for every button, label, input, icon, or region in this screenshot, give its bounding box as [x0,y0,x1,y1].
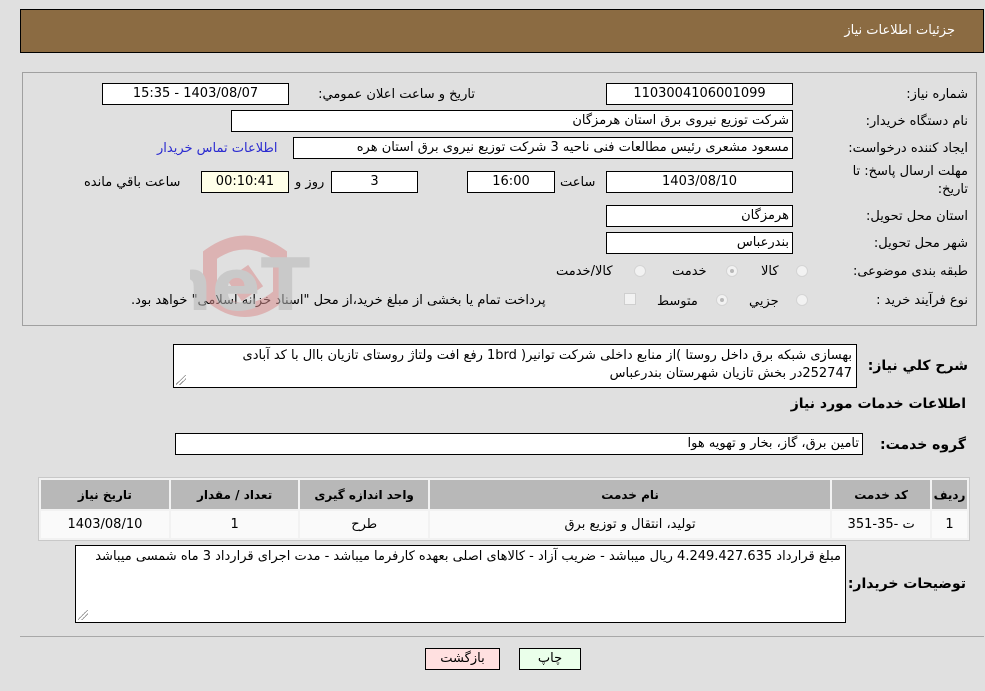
cell-unit: طرح [300,511,428,538]
days-label: روز و [295,175,325,190]
service-group-field[interactable]: تامين برق، گاز، بخار و تهويه هوا [175,433,863,455]
header-unit: واحد اندازه گيری [300,480,428,509]
category-radio-goods[interactable] [796,265,808,277]
category-option-service: خدمت [672,264,707,279]
delivery-province-label: استان محل تحويل: [866,209,968,224]
requester-field[interactable]: مسعود مشعری رئيس مطالعات فنی ناحيه 3 شرک… [293,137,793,159]
buyer-notes-label: توضيحات خريدار: [847,576,966,592]
deadline-label-line2: تاريخ: [937,182,968,197]
service-group-label: گروه خدمت: [880,437,966,453]
cell-row-number: 1 [932,511,967,538]
resize-grip-icon[interactable] [176,375,186,385]
description-text: بهسازی شبکه برق داخل روستا )از منابع داخ… [242,348,852,381]
buyer-notes-textarea[interactable]: مبلغ قرارداد 4.249.427.635 ريال ميباشد -… [75,545,846,623]
cell-quantity: 1 [170,511,299,538]
description-label: شرح کلي نياز: [867,358,968,374]
category-option-goods: کالا [761,264,779,279]
delivery-province-field[interactable]: هرمزگان [606,205,793,227]
deadline-date-field[interactable]: 1403/08/10 [606,171,793,193]
delivery-city-field[interactable]: بندرعباس [606,232,793,254]
time-remaining-label: ساعت باقي مانده [84,175,181,190]
page-title: جزئيات اطلاعات نياز [844,23,955,38]
purchase-type-option-medium: متوسط [657,294,698,309]
category-radio-goods-service[interactable] [634,265,646,277]
cell-service-code: ت -35-351 [832,511,931,538]
treasury-checkbox[interactable] [624,293,636,305]
print-button[interactable]: چاپ [519,648,581,670]
table-header-row: رديف کد خدمت نام خدمت واحد اندازه گيری ت… [41,480,967,509]
header-row-number: رديف [932,480,967,509]
buyer-org-label: نام دستگاه خريدار: [865,114,968,129]
page-header: جزئيات اطلاعات نياز [20,9,984,53]
buyer-contact-link[interactable]: اطلاعات تماس خريدار [157,141,277,156]
buyer-org-field[interactable]: شرکت توزيع نيروی برق استان هرمزگان [231,110,793,132]
buyer-notes-text: مبلغ قرارداد 4.249.427.635 ريال ميباشد -… [95,549,841,564]
purchase-type-option-minor: جزيي [749,294,779,309]
services-table: رديف کد خدمت نام خدمت واحد اندازه گيری ت… [38,477,970,541]
category-radio-service[interactable] [726,265,738,277]
footer-divider [20,636,984,637]
cell-need-date: 1403/08/10 [41,511,169,538]
category-label: طبقه بندی موضوعی: [852,264,968,279]
treasury-checkbox-label: پرداخت تمام يا بخشی از مبلغ خريد،از محل … [131,293,546,308]
purchase-type-label: نوع فرآيند خريد : [876,293,968,308]
services-section-title: اطلاعات خدمات مورد نياز [790,396,966,412]
deadline-time-label: ساعت [560,175,596,190]
announce-datetime-label: تاريخ و ساعت اعلان عمومي: [318,87,475,102]
table-row: 1 ت -35-351 توليد، انتقال و توزيع برق طر… [41,511,967,538]
deadline-time-field[interactable]: 16:00 [467,171,555,193]
announce-datetime-field[interactable]: 1403/08/07 - 15:35 [102,83,289,105]
purchase-type-radio-minor[interactable] [796,294,808,306]
days-remaining-field[interactable]: 3 [331,171,418,193]
delivery-city-label: شهر محل تحويل: [873,236,968,251]
header-service-name: نام خدمت [429,480,831,509]
header-service-code: کد خدمت [832,480,931,509]
description-textarea[interactable]: بهسازی شبکه برق داخل روستا )از منابع داخ… [173,344,857,388]
resize-grip-icon[interactable] [78,610,88,620]
header-need-date: تاريخ نياز [41,480,169,509]
need-number-label: شماره نياز: [906,87,968,102]
category-option-goods-service: کالا/خدمت [556,264,613,279]
back-button[interactable]: بازگشت [425,648,500,670]
need-number-field[interactable]: 1103004106001099 [606,83,793,105]
requester-label: ايجاد کننده درخواست: [848,141,968,156]
header-quantity: تعداد / مقدار [170,480,299,509]
cell-service-name: توليد، انتقال و توزيع برق [429,511,831,538]
time-remaining-field: 00:10:41 [201,171,289,193]
deadline-label-line1: مهلت ارسال پاسخ: تا [852,164,968,179]
purchase-type-radio-medium[interactable] [716,294,728,306]
